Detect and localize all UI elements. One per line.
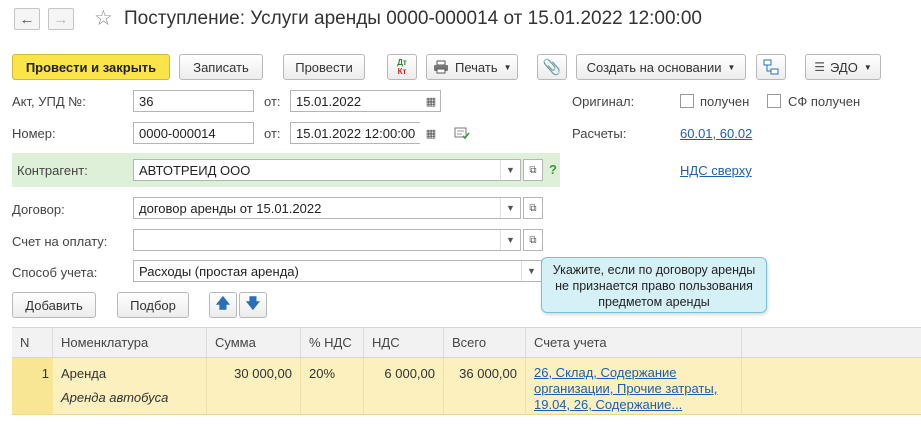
counterparty-label: Контрагент: <box>17 163 88 178</box>
number-date-input[interactable]: 15.01.2022 12:00:00 <box>290 122 441 144</box>
dt-label: Дт <box>397 58 407 67</box>
edo-icon: ☰ <box>814 60 825 74</box>
post-button[interactable]: Провести <box>283 54 365 80</box>
favorite-star-icon[interactable]: ☆ <box>94 6 113 31</box>
column-header-n[interactable]: N <box>12 328 53 357</box>
received-checkbox[interactable] <box>680 94 694 108</box>
sf-received-label: СФ получен <box>788 94 861 109</box>
counterparty-input[interactable]: АВТОТРЕИД ООО <box>133 159 521 181</box>
sum-cell[interactable]: 30 000,00 <box>207 358 301 415</box>
tooltip-text: Укажите, если по договору аренды не приз… <box>552 263 756 309</box>
calendar-icon[interactable]: ▦ <box>420 90 442 112</box>
arrow-up-icon: 🡅 <box>215 295 231 311</box>
print-button[interactable]: Печать ▼ <box>426 54 518 80</box>
chevron-down-icon[interactable]: ▼ <box>521 261 541 281</box>
settlements-label: Расчеты: <box>572 126 627 141</box>
edo-button[interactable]: ☰ ЭДО ▼ <box>805 54 881 80</box>
arrow-down-icon: 🡇 <box>245 295 261 311</box>
number-label: Номер: <box>12 126 56 141</box>
column-header-vat-rate[interactable]: % НДС <box>301 328 364 357</box>
forward-button[interactable]: → <box>48 8 74 30</box>
item-cell[interactable]: Аренда Аренда автобуса <box>53 358 207 415</box>
original-label: Оригинал: <box>572 94 635 109</box>
column-header-item[interactable]: Номенклатура <box>53 328 207 357</box>
kt-label: Кт <box>397 67 407 76</box>
help-icon[interactable]: ? <box>549 162 557 177</box>
method-select[interactable]: Расходы (простая аренда) <box>133 260 542 282</box>
act-label: Акт, УПД №: <box>12 94 86 109</box>
chevron-down-icon: ▼ <box>727 62 736 72</box>
sf-received-checkbox[interactable] <box>767 94 781 108</box>
open-icon[interactable]: ⧉ <box>523 159 543 181</box>
chevron-down-icon: ▼ <box>863 62 872 72</box>
table-row[interactable]: 1 1 Аренда Аренда автобуса 30 000,00 20%… <box>12 358 921 415</box>
total-cell[interactable]: 36 000,00 <box>444 358 526 415</box>
column-header-accounts[interactable]: Счета учета <box>526 328 742 357</box>
paperclip-icon: 📎 <box>542 59 562 76</box>
save-button[interactable]: Записать <box>179 54 263 80</box>
print-label: Печать <box>455 59 498 75</box>
invoice-input[interactable] <box>133 229 521 251</box>
column-header-total[interactable]: Всего <box>444 328 526 357</box>
accounts-link-line-3[interactable]: 19.04, 26, Содержание... <box>534 397 733 413</box>
act-number-input[interactable]: 36 <box>133 90 254 112</box>
number-input[interactable]: 0000-000014 <box>133 122 254 144</box>
act-date-from-label: от: <box>264 94 281 109</box>
open-icon[interactable]: ⧉ <box>523 197 543 219</box>
create-based-on-label: Создать на основании <box>586 59 722 75</box>
row-number-text: 1 <box>41 366 49 381</box>
vat-cell[interactable]: 6 000,00 <box>364 358 444 415</box>
edo-label: ЭДО <box>830 59 858 75</box>
arrow-left-icon: ← <box>19 10 35 28</box>
contract-label: Договор: <box>12 202 65 217</box>
post-and-close-button[interactable]: Провести и закрыть <box>12 54 170 80</box>
back-button[interactable]: ← <box>14 8 40 30</box>
number-date-from-label: от: <box>264 126 281 141</box>
invoice-label: Счет на оплату: <box>12 234 108 249</box>
vat-on-top-link[interactable]: НДС сверху <box>680 163 752 178</box>
received-label: получен <box>700 94 750 109</box>
add-row-button[interactable]: Добавить <box>12 292 96 318</box>
accounting-method-tooltip: Укажите, если по договору аренды не приз… <box>541 257 767 313</box>
page-title: Поступление: Услуги аренды 0000-000014 о… <box>124 8 702 29</box>
calendar-icon[interactable]: ▦ <box>420 122 442 144</box>
act-date-value: 15.01.2022 <box>296 94 362 109</box>
chevron-down-icon[interactable]: ▼ <box>500 160 520 180</box>
table-header: N Номенклатура Сумма % НДС НДС Всего Сче… <box>12 327 921 358</box>
act-date-input[interactable]: 15.01.2022 <box>290 90 441 112</box>
item-description: Аренда автобуса <box>61 390 169 405</box>
arrow-right-icon: → <box>53 10 69 28</box>
document-check-icon[interactable] <box>454 126 470 143</box>
open-icon[interactable]: ⧉ <box>523 229 543 251</box>
create-based-on-button[interactable]: Создать на основании ▼ <box>576 54 746 80</box>
pick-button[interactable]: Подбор <box>117 292 189 318</box>
chevron-down-icon: ▼ <box>503 62 512 72</box>
dt-kt-button[interactable]: Дт Кт <box>387 54 417 80</box>
structure-button[interactable] <box>756 54 786 80</box>
attach-button[interactable]: 📎 <box>537 54 567 80</box>
structure-icon <box>763 59 779 75</box>
accounts-link-line-2[interactable]: организации, Прочие затраты, <box>534 381 733 397</box>
chevron-down-icon[interactable]: ▼ <box>500 230 520 250</box>
column-header-sum[interactable]: Сумма <box>207 328 301 357</box>
method-label: Способ учета: <box>12 265 98 280</box>
contract-input[interactable]: договор аренды от 15.01.2022 <box>133 197 521 219</box>
accounts-link-line-1[interactable]: 26, Склад, Содержание <box>534 365 733 381</box>
move-up-button[interactable]: 🡅 <box>209 292 237 318</box>
chevron-down-icon[interactable]: ▼ <box>500 198 520 218</box>
accounts-cell[interactable]: 26, Склад, Содержание организации, Прочи… <box>526 358 742 415</box>
move-down-button[interactable]: 🡇 <box>239 292 267 318</box>
printer-icon <box>434 60 448 74</box>
settlements-link[interactable]: 60.01, 60.02 <box>680 126 752 141</box>
number-date-value: 15.01.2022 12:00:00 <box>296 126 416 141</box>
vat-rate-cell[interactable]: 20% <box>301 358 364 415</box>
item-name: Аренда <box>61 366 107 381</box>
column-header-vat[interactable]: НДС <box>364 328 444 357</box>
